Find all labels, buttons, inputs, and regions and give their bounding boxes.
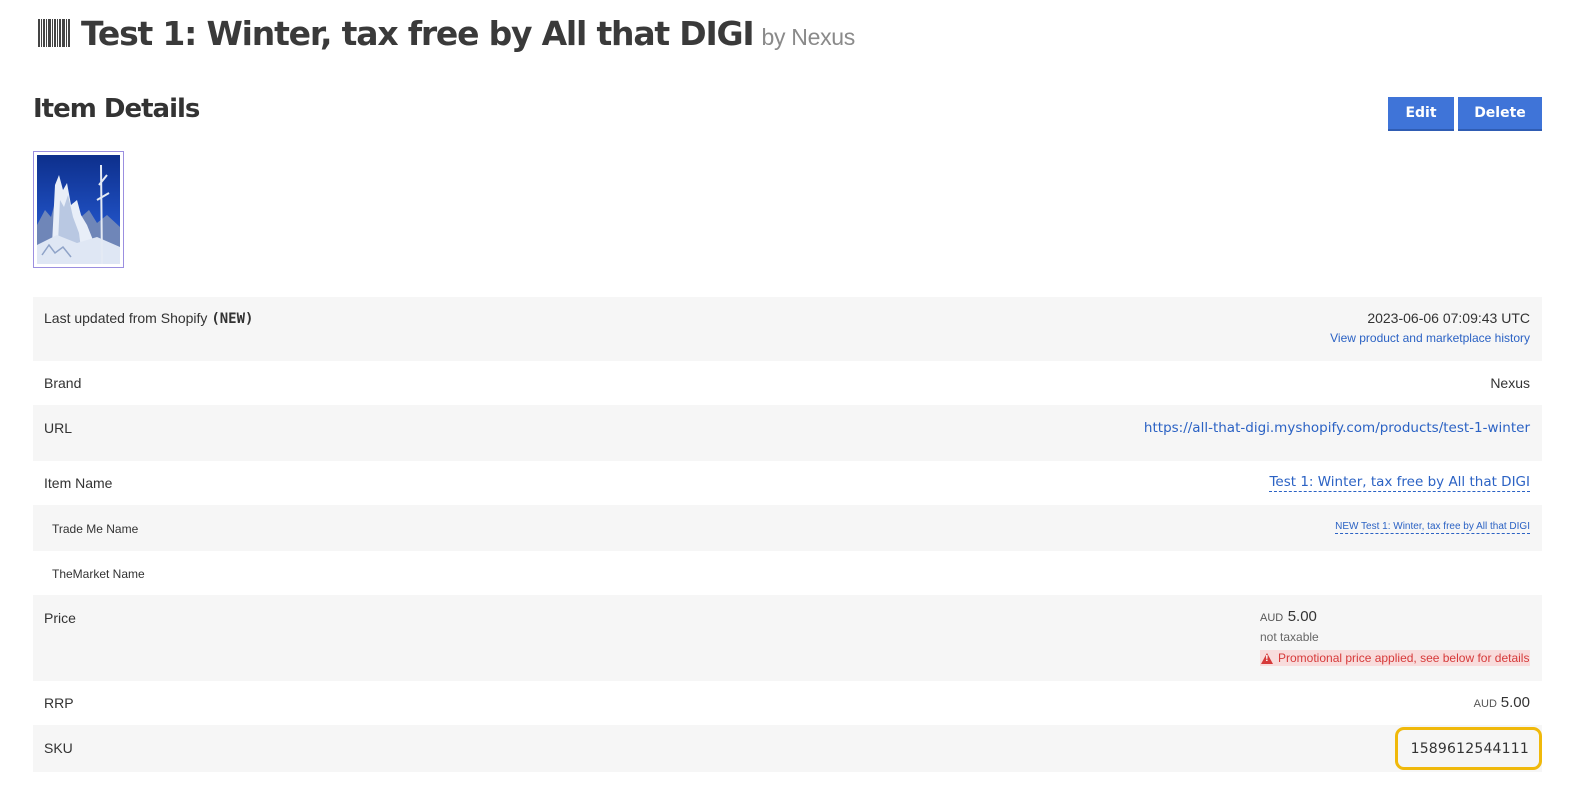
last-updated-label: Last updated from Shopify (NEW) <box>44 310 254 327</box>
promo-warning: Promotional price applied, see below for… <box>1260 650 1531 666</box>
rrp-currency: AUD <box>1473 698 1497 710</box>
price-label: Price <box>44 610 76 626</box>
new-tag: (NEW) <box>211 311 254 327</box>
price-block: AUD 5.00 not taxable Promotional price a… <box>1260 608 1531 669</box>
promo-warning-text: Promotional price applied, see below for… <box>1278 651 1530 665</box>
edit-button[interactable]: Edit <box>1388 97 1454 131</box>
barcode-icon <box>38 19 71 47</box>
warning-triangle-icon <box>1261 652 1273 664</box>
trade-me-name-label: Trade Me Name <box>52 522 139 536</box>
themarket-name-label: TheMarket Name <box>52 567 145 581</box>
detail-row-sku: SKU 1589612544111 <box>33 725 1542 772</box>
rrp-value: AUD 5.00 <box>1474 694 1530 711</box>
sku-value: 1589612544111 <box>1410 740 1529 757</box>
view-history-link[interactable]: View product and marketplace history <box>1330 331 1530 345</box>
price-value: AUD 5.00 <box>1260 608 1530 626</box>
page-title: Test 1: Winter, tax free by All that DIG… <box>81 13 755 53</box>
detail-row-last-updated: Last updated from Shopify (NEW) 2023-06-… <box>33 297 1542 361</box>
detail-row-trade-me-name: Trade Me Name NEW Test 1: Winter, tax fr… <box>33 505 1542 551</box>
url-link[interactable]: https://all-that-digi.myshopify.com/prod… <box>1144 420 1530 436</box>
price-amount: 5.00 <box>1287 608 1317 625</box>
brand-label: Brand <box>44 375 82 391</box>
detail-row-brand: Brand Nexus <box>33 361 1542 405</box>
product-thumbnail[interactable] <box>33 151 124 268</box>
item-name-label: Item Name <box>44 475 113 491</box>
page-header: Test 1: Winter, tax free by All that DIG… <box>38 10 855 56</box>
detail-row-url: URL https://all-that-digi.myshopify.com/… <box>33 405 1542 461</box>
tax-note: not taxable <box>1260 630 1319 644</box>
brand-value: Nexus <box>1490 375 1530 391</box>
detail-row-price: Price AUD 5.00 not taxable Promotional p… <box>33 595 1542 681</box>
product-image <box>37 155 120 264</box>
item-details-table: Last updated from Shopify (NEW) 2023-06-… <box>33 297 1542 772</box>
item-name-value[interactable]: Test 1: Winter, tax free by All that DIG… <box>1269 474 1530 492</box>
section-title: Item Details <box>33 94 200 124</box>
sku-label: SKU <box>44 740 73 756</box>
trade-me-name-value[interactable]: NEW Test 1: Winter, tax free by All that… <box>1335 521 1530 534</box>
rrp-amount: 5.00 <box>1500 694 1530 711</box>
price-currency: AUD <box>1260 612 1284 624</box>
last-updated-value: 2023-06-06 07:09:43 UTC <box>1367 310 1530 326</box>
sku-highlight-box: 1589612544111 <box>1395 727 1542 770</box>
delete-button[interactable]: Delete <box>1458 97 1542 131</box>
detail-row-themarket-name: TheMarket Name <box>33 551 1542 595</box>
page-title-brand: by Nexus <box>761 23 855 50</box>
detail-row-rrp: RRP AUD 5.00 <box>33 681 1542 725</box>
rrp-label: RRP <box>44 695 74 711</box>
url-label: URL <box>44 420 73 436</box>
detail-row-item-name: Item Name Test 1: Winter, tax free by Al… <box>33 461 1542 505</box>
